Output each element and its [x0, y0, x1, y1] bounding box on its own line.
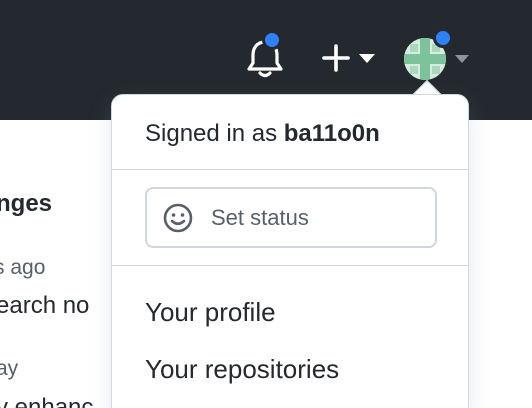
signed-in-prefix: Signed in as	[145, 120, 278, 147]
notification-indicator	[262, 30, 282, 50]
user-dropdown-menu: Signed in as ba11o0n Set status Your pro…	[111, 94, 469, 408]
plus-icon	[322, 44, 350, 72]
section-heading: nges	[0, 190, 53, 217]
menu-item-your-profile[interactable]: Your profile	[145, 297, 276, 328]
set-status-button[interactable]: Set status	[145, 187, 437, 248]
feed-item-link[interactable]: earch no	[0, 292, 89, 320]
signed-in-text: Signed in as ba11o0n	[145, 120, 380, 148]
user-menu-button[interactable]	[404, 28, 474, 84]
feed-item-link[interactable]: y enhanc	[0, 394, 93, 408]
smiley-icon	[163, 203, 193, 233]
create-new-button[interactable]	[318, 40, 378, 76]
notifications-button[interactable]	[245, 30, 285, 80]
chevron-down-icon	[359, 54, 375, 63]
menu-divider	[112, 265, 468, 266]
username: ba11o0n	[283, 120, 380, 147]
menu-divider	[112, 169, 468, 170]
set-status-label: Set status	[211, 205, 309, 230]
menu-item-your-repositories[interactable]: Your repositories	[145, 354, 339, 385]
status-indicator	[433, 28, 453, 48]
chevron-down-icon	[455, 55, 469, 63]
feed-timestamp: ay	[0, 357, 19, 380]
feed-timestamp: s ago	[0, 256, 46, 279]
